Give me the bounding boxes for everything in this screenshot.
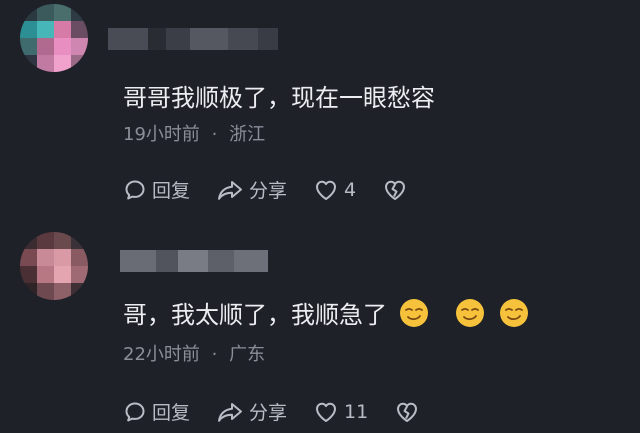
comment-bubble-icon [125,402,145,421]
comment-time: 19小时前 [123,124,200,145]
comment-time: 22小时前 [123,344,200,365]
avatar[interactable] [20,4,88,72]
comment-meta: 19小时前 · 浙江 [123,120,265,146]
heart-icon [316,180,337,200]
broken-heart-icon [385,180,406,200]
avatar[interactable] [20,232,88,300]
meta-separator: · [211,344,218,365]
like-button[interactable]: 4 [313,178,356,202]
comment-actions: 回复 分享 11 [123,398,425,425]
share-label: 分享 [249,180,288,202]
reply-button[interactable]: 回复 [123,398,190,425]
username-redacted[interactable] [108,28,278,50]
share-arrow-icon [218,180,243,200]
meta-separator: · [211,124,218,145]
reply-button[interactable]: 回复 [123,176,190,203]
comment-location: 浙江 [229,124,266,145]
comment-bubble-icon [125,180,145,199]
share-label: 分享 [249,402,288,424]
like-button[interactable]: 11 [313,400,368,424]
smug-face-emoji [400,298,428,327]
share-arrow-icon [218,402,243,422]
broken-heart-icon [397,402,418,422]
share-button[interactable]: 分享 [216,398,287,425]
like-count: 4 [344,178,357,201]
comment-meta: 22小时前 · 广东 [123,340,265,366]
reply-label: 回复 [152,402,191,424]
smug-face-emoji [500,298,528,327]
like-count: 11 [344,400,369,423]
smug-face-emoji [456,298,484,327]
dislike-button[interactable] [382,178,413,202]
comment-text: 哥，我太顺了，我顺急了 [123,295,529,330]
share-button[interactable]: 分享 [216,176,287,203]
username-redacted[interactable] [120,250,268,272]
comment-actions: 回复 分享 4 [123,176,413,203]
dislike-button[interactable] [394,400,425,424]
reply-label: 回复 [152,180,191,202]
comment-location: 广东 [229,344,266,365]
heart-icon [316,402,337,422]
comment-text: 哥哥我顺极了，现在一眼愁容 [123,84,435,112]
